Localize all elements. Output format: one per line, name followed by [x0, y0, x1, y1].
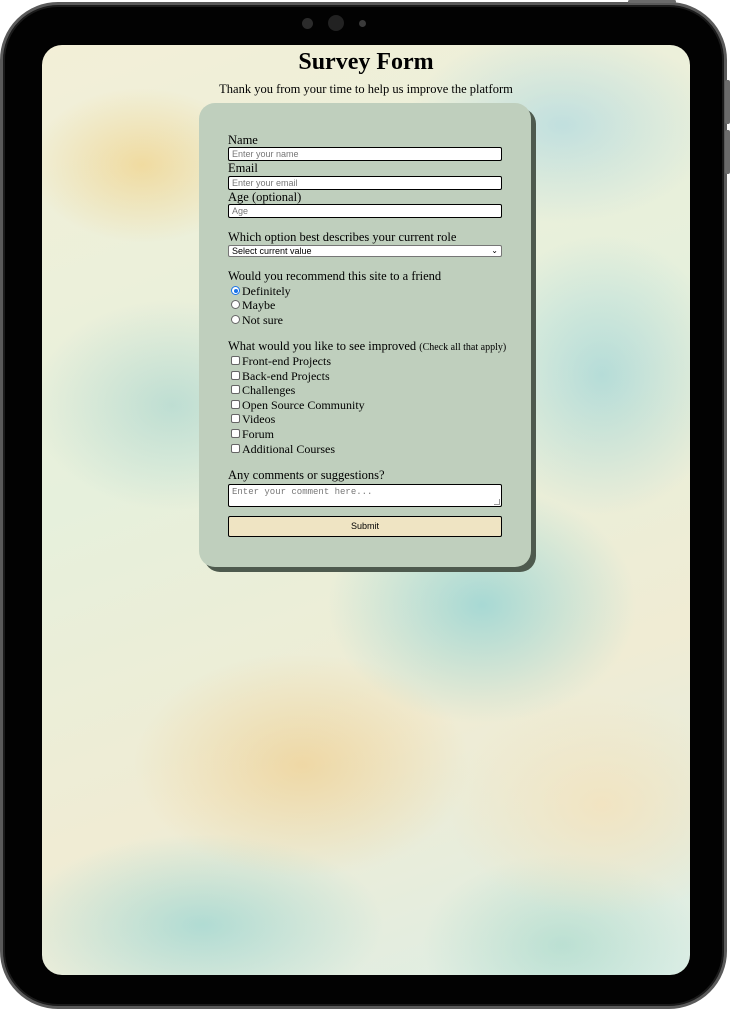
checkbox[interactable] — [231, 429, 240, 438]
age-label: Age (optional) — [228, 190, 302, 204]
radio-label: Definitely — [242, 284, 291, 298]
recommend-label: Would you recommend this site to a frien… — [228, 269, 442, 283]
tablet-frame: Survey Form Thank you from your time to … — [0, 2, 727, 1009]
checkbox-label: Additional Courses — [242, 442, 335, 456]
checkbox[interactable] — [231, 400, 240, 409]
survey-form: Name Enter your name Email Enter your em… — [199, 103, 531, 567]
checkbox-label: Forum — [242, 427, 275, 441]
age-input[interactable]: Age — [228, 204, 502, 218]
checkbox[interactable] — [231, 385, 240, 394]
radio-label: Maybe — [242, 298, 276, 312]
page-title: Survey Form — [298, 49, 434, 75]
email-input[interactable]: Enter your email — [228, 176, 502, 190]
radio-button[interactable] — [231, 300, 240, 309]
front-camera — [328, 15, 344, 31]
checkbox-label: Front-end Projects — [242, 354, 331, 368]
improve-label-text: What would you like to see improved — [228, 339, 417, 353]
role-label: Which option best describes your current… — [228, 230, 457, 244]
improve-label: What would you like to see improved (Che… — [228, 339, 506, 354]
resize-handle-icon[interactable] — [494, 499, 500, 505]
comments-label: Any comments or suggestions? — [228, 468, 385, 482]
name-label: Name — [228, 133, 258, 147]
front-sensor — [302, 18, 313, 29]
checkbox-label: Open Source Community — [242, 398, 365, 412]
email-label: Email — [228, 161, 258, 175]
checkbox-label: Back-end Projects — [242, 369, 330, 383]
role-select-value: Select current value — [232, 246, 312, 256]
checkbox[interactable] — [231, 414, 240, 423]
submit-button[interactable]: Submit — [228, 516, 502, 537]
checkbox[interactable] — [231, 356, 240, 365]
radio-button[interactable] — [231, 315, 240, 324]
improve-hint: (Check all that apply) — [419, 342, 507, 353]
volume-up-button — [725, 80, 730, 124]
role-select[interactable]: Select current value ⌄ — [228, 245, 502, 257]
radio-button[interactable] — [231, 286, 240, 295]
name-input[interactable]: Enter your name — [228, 147, 502, 161]
screen: Survey Form Thank you from your time to … — [42, 45, 690, 975]
radio-label: Not sure — [242, 313, 283, 327]
checkbox-label: Challenges — [242, 383, 296, 397]
checkbox-label: Videos — [242, 412, 276, 426]
comments-textarea[interactable]: Enter your comment here... — [228, 484, 502, 507]
checkbox[interactable] — [231, 444, 240, 453]
checkbox[interactable] — [231, 371, 240, 380]
comments-placeholder: Enter your comment here... — [232, 487, 373, 497]
page-subtitle: Thank you from your time to help us impr… — [219, 82, 513, 96]
power-button — [628, 0, 676, 3]
ambient-sensor — [359, 20, 366, 27]
chevron-down-icon: ⌄ — [491, 246, 498, 255]
volume-down-button — [725, 130, 730, 174]
